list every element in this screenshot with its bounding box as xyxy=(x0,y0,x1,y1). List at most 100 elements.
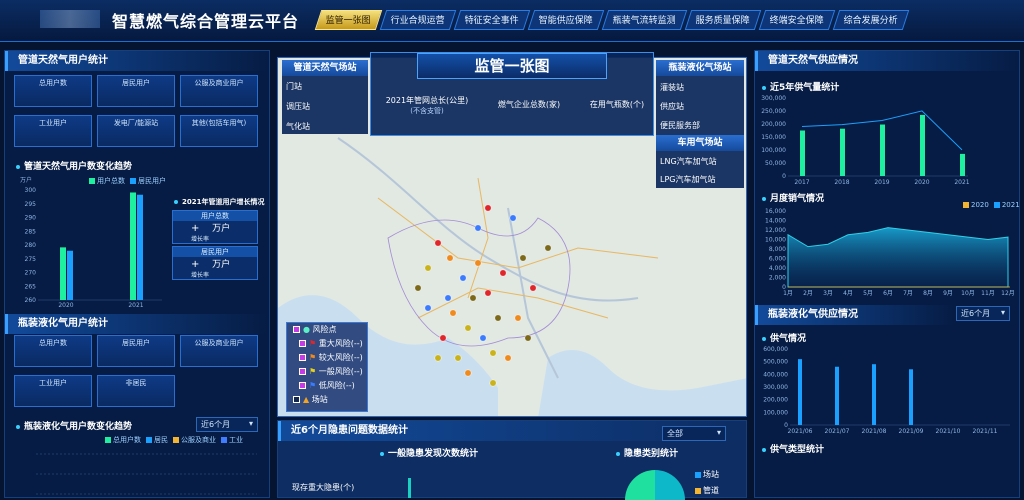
y-tick-label: 270 xyxy=(25,270,37,277)
x-tick-label: 7月 xyxy=(903,290,913,297)
monthly-sales-chart: 16,000 14,000 12,000 10,000 8,000 6,000 4,000 2… xyxy=(765,208,1015,297)
bar-2021/06 xyxy=(798,359,802,425)
y-tick-label: 300 xyxy=(25,187,37,194)
tile-power-plant[interactable]: 发电厂/能源站 xyxy=(97,115,175,147)
bar-2020-1 xyxy=(67,250,73,300)
x-tick-label: 2017 xyxy=(794,179,809,186)
x-tick-label: 2018 xyxy=(834,179,849,186)
tab-overview-map[interactable]: 监管一张图 xyxy=(314,10,383,30)
station-lpg[interactable]: LPG汽车加气站 xyxy=(660,174,715,185)
stat-cylinder-count: 在用气瓶数(个) xyxy=(589,100,645,109)
tile-total-users[interactable]: 总用户数 xyxy=(14,75,92,107)
growth-title: 2021年管道用户增长情况 xyxy=(170,197,264,207)
major-hazard-label: 现存重大隐患(个) xyxy=(292,483,355,492)
legend-low-risk[interactable]: ⚑ 低风险(--) xyxy=(287,379,367,393)
legend-stations[interactable]: ▲ 场站 xyxy=(287,393,367,407)
x-tick-label: 2021/08 xyxy=(862,428,887,435)
tile-bottled-industrial[interactable]: 工业用户 xyxy=(14,375,92,407)
station-supply[interactable]: 供应站 xyxy=(660,101,684,112)
y-tick-label: 200,000 xyxy=(763,397,788,404)
bottled-stations-title: 瓶装液化气场站 xyxy=(656,60,744,76)
bottled-period-select[interactable]: 近6个月 ▾ xyxy=(196,417,258,432)
bottled-trend-title: 瓶装液化气用户数变化趋势 xyxy=(12,419,132,432)
station-gate[interactable]: 门站 xyxy=(286,81,302,92)
chevron-down-icon: ▾ xyxy=(248,419,253,428)
main-nav: 监管一张图 行业合规运营 特征安全事件 智能供应保障 瓶装气流转监测 服务质量保… xyxy=(314,10,910,30)
station-filling[interactable]: 灌装站 xyxy=(660,82,684,93)
tile-bottled-nonresidential[interactable]: 非居民 xyxy=(97,375,175,407)
flag-red-icon: ⚑ xyxy=(309,339,317,348)
risk-marker xyxy=(464,369,472,377)
station-gasification[interactable]: 气化站 xyxy=(286,121,310,132)
legend-major-risk[interactable]: ⚑ 重大风险(--) xyxy=(287,337,367,351)
tile-commercial-users[interactable]: 公服及商业用户 xyxy=(180,75,258,107)
risk-marker xyxy=(459,274,467,282)
supply-status-chart: 600,000 500,000 400,000 300,000 200,000 100,0… xyxy=(763,346,1010,435)
y-tick-label: 6,000 xyxy=(769,256,786,263)
x-tick-label: 5月 xyxy=(863,290,873,297)
risk-marker xyxy=(469,294,477,302)
bar-2021 xyxy=(960,153,965,176)
y-tick-label: 275 xyxy=(25,256,37,263)
x-tick-label: 2020 xyxy=(914,179,929,186)
growth-box-total: 用户总数 + 万户 增长率 xyxy=(172,210,258,244)
tile-residential-users[interactable]: 居民用户 xyxy=(97,75,175,107)
risk-marker xyxy=(434,239,442,247)
y-tick-label: 295 xyxy=(25,201,37,208)
y-tick-label: 2,000 xyxy=(769,275,786,282)
tab-supply[interactable]: 智能供应保障 xyxy=(527,10,605,30)
x-tick-label: 2021/09 xyxy=(899,428,924,435)
legend-swatch-station xyxy=(695,471,701,478)
risk-marker xyxy=(489,349,497,357)
tile-bottled-commercial[interactable]: 公服及商业用户 xyxy=(180,335,258,367)
flag-blue-icon: ⚑ xyxy=(309,381,317,390)
x-tick-label: 2020 xyxy=(58,302,73,309)
risk-marker xyxy=(519,254,527,262)
pipeline-trend-chart: 万户 300 295 290 285 280 275 270 265 260 2020 2021 xyxy=(20,176,162,309)
growth-box-residential-unit: 万户 xyxy=(212,260,231,270)
growth-box-total-label: 用户总数 xyxy=(173,211,257,221)
risk-marker xyxy=(474,259,482,267)
tab-compliance[interactable]: 行业合规运营 xyxy=(379,10,457,30)
tile-bottled-total[interactable]: 总用户数 xyxy=(14,335,92,367)
tile-bottled-residential[interactable]: 居民用户 xyxy=(97,335,175,367)
map-legend: ● 风险点 ⚑ 重大风险(--) ⚑ 较大风险(--) ⚑ 一般风险(--) ⚑… xyxy=(286,322,368,412)
tab-safety-events[interactable]: 特征安全事件 xyxy=(453,10,531,30)
pipeline-users-title: 管道天然气用户统计 xyxy=(5,51,269,71)
y-tick-label: 8,000 xyxy=(769,246,786,253)
risk-marker xyxy=(424,264,432,272)
y-tick-label: 400,000 xyxy=(763,371,788,378)
growth-box-residential-sub: 增长率 xyxy=(191,272,210,279)
station-regulator[interactable]: 调压站 xyxy=(286,101,310,112)
bottled-trend-legend: 总用户数 居民 公服及商业 工业 xyxy=(100,435,243,445)
legend-risk-points[interactable]: ● 风险点 xyxy=(287,323,367,337)
top-bar: 智慧燃气综合管理云平台 监管一张图 行业合规运营 特征安全事件 智能供应保障 瓶… xyxy=(0,0,1024,42)
x-tick-label: 12月 xyxy=(1001,290,1015,297)
vehicle-stations-title: 车用气场站 xyxy=(656,135,744,151)
tile-industrial-users[interactable]: 工业用户 xyxy=(14,115,92,147)
stat-pipeline-length: 2021年管网总长(公里) (不含支管) xyxy=(385,96,469,115)
risk-marker xyxy=(474,224,482,232)
station-icon: ▲ xyxy=(303,395,310,404)
station-lng[interactable]: LNG汽车加气站 xyxy=(660,156,717,167)
tab-terminal-safety[interactable]: 终端安全保障 xyxy=(758,10,836,30)
x-tick-label: 2021/07 xyxy=(825,428,850,435)
x-tick-label: 2021/11 xyxy=(973,428,998,435)
hazard-filter-select[interactable]: 全部 ▾ xyxy=(662,426,726,441)
bottled-supply-select[interactable]: 近6个月 ▾ xyxy=(956,306,1010,321)
app-title: 智慧燃气综合管理云平台 xyxy=(112,12,300,31)
tab-development[interactable]: 综合发展分析 xyxy=(832,10,910,30)
tile-other-users[interactable]: 其他(包括车用气) xyxy=(180,115,258,147)
x-tick-label: 2021/06 xyxy=(788,428,813,435)
risk-marker xyxy=(514,314,522,322)
station-service[interactable]: 便民服务部 xyxy=(660,120,700,131)
risk-marker xyxy=(524,334,532,342)
pipeline-stations-title: 管道天然气场站 xyxy=(282,60,368,76)
checkbox-icon xyxy=(293,326,300,333)
y-tick-label: 300,000 xyxy=(761,95,786,102)
tab-bottled-flow[interactable]: 瓶装气流转监测 xyxy=(601,10,688,30)
legend-normal-risk[interactable]: ⚑ 一般风险(--) xyxy=(287,365,367,379)
legend-large-risk[interactable]: ⚑ 较大风险(--) xyxy=(287,351,367,365)
tab-service-quality[interactable]: 服务质量保障 xyxy=(684,10,762,30)
bar-2020 xyxy=(920,114,925,176)
